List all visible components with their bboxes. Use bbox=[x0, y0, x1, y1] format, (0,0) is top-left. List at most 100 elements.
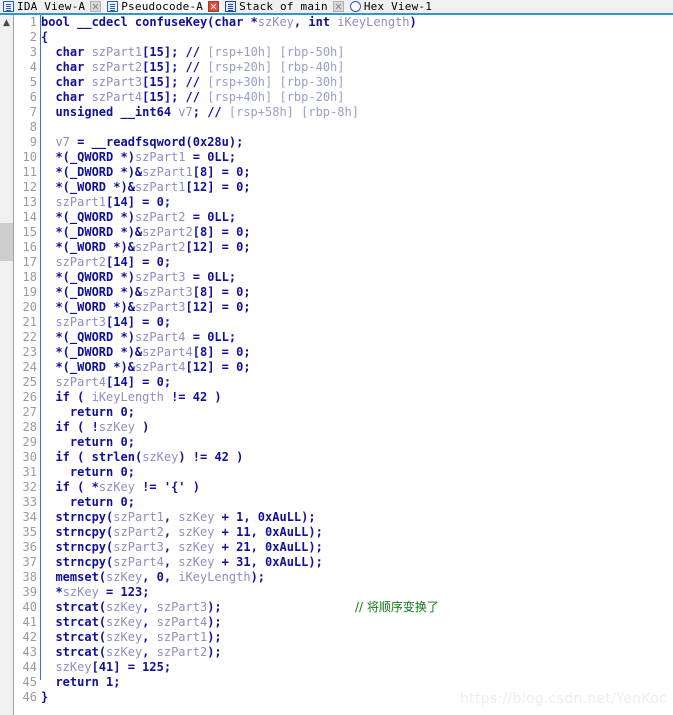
code-line[interactable]: 33 return 0; bbox=[15, 495, 673, 510]
code-line[interactable]: 18 *(_QWORD *)szPart3 = 0LL; bbox=[15, 270, 673, 285]
code-text[interactable]: if ( !szKey ) bbox=[41, 420, 149, 434]
code-text[interactable]: szPart2[14] = 0; bbox=[41, 255, 171, 269]
code-text[interactable]: strncpy(szPart2, szKey + 11, 0xAuLL); bbox=[41, 525, 322, 539]
code-text[interactable]: char szPart4[15]; // [rsp+40h] [rbp-20h] bbox=[41, 90, 344, 104]
tab-close-icon[interactable] bbox=[90, 1, 102, 12]
pseudocode-editor[interactable]: 1 bool __cdecl confuseKey(char *szKey, in… bbox=[15, 15, 673, 715]
code-line[interactable]: 14 *(_QWORD *)szPart2 = 0LL; bbox=[15, 210, 673, 225]
code-text[interactable]: *(_DWORD *)&szPart4[8] = 0; bbox=[41, 345, 250, 359]
code-text[interactable]: if ( iKeyLength != 42 ) bbox=[41, 390, 221, 404]
code-line[interactable]: 30 if ( strlen(szKey) != 42 ) bbox=[15, 450, 673, 465]
code-text[interactable]: return 0; bbox=[41, 435, 135, 449]
code-text[interactable]: return 0; bbox=[41, 465, 135, 479]
code-text[interactable]: if ( strlen(szKey) != 42 ) bbox=[41, 450, 243, 464]
code-line[interactable]: 10 *(_QWORD *)szPart1 = 0LL; bbox=[15, 150, 673, 165]
code-text[interactable]: *(_DWORD *)&szPart1[8] = 0; bbox=[41, 165, 250, 179]
code-line[interactable]: 19 *(_DWORD *)&szPart3[8] = 0; bbox=[15, 285, 673, 300]
code-line[interactable]: 34 strncpy(szPart1, szKey + 1, 0xAuLL); bbox=[15, 510, 673, 525]
code-text[interactable]: char szPart1[15]; // [rsp+10h] [rbp-50h] bbox=[41, 45, 344, 59]
code-text[interactable]: if ( *szKey != '{' ) bbox=[41, 480, 200, 494]
code-line[interactable]: 39 *szKey = 123; bbox=[15, 585, 673, 600]
code-text[interactable]: bool __cdecl confuseKey(char *szKey, int… bbox=[41, 15, 417, 29]
code-line[interactable]: 22 *(_QWORD *)szPart4 = 0LL; bbox=[15, 330, 673, 345]
code-line[interactable]: 31 return 0; bbox=[15, 465, 673, 480]
code-text[interactable]: *(_DWORD *)&szPart2[8] = 0; bbox=[41, 225, 250, 239]
code-text[interactable]: szPart4[14] = 0; bbox=[41, 375, 171, 389]
code-line[interactable]: 23 *(_DWORD *)&szPart4[8] = 0; bbox=[15, 345, 673, 360]
code-text[interactable]: *(_QWORD *)szPart3 = 0LL; bbox=[41, 270, 236, 284]
scroll-up-arrow-icon[interactable]: ▲ bbox=[0, 17, 13, 29]
code-text[interactable]: strncpy(szPart4, szKey + 31, 0xAuLL); bbox=[41, 555, 322, 569]
code-line[interactable]: 27 return 0; bbox=[15, 405, 673, 420]
code-text[interactable]: *(_QWORD *)szPart1 = 0LL; bbox=[41, 150, 236, 164]
code-line[interactable]: 36 strncpy(szPart3, szKey + 21, 0xAuLL); bbox=[15, 540, 673, 555]
code-line[interactable]: 8 bbox=[15, 120, 673, 135]
scrollbar-thumb[interactable] bbox=[0, 223, 13, 261]
code-line[interactable]: 32 if ( *szKey != '{' ) bbox=[15, 480, 673, 495]
code-line[interactable]: 5 char szPart3[15]; // [rsp+30h] [rbp-30… bbox=[15, 75, 673, 90]
code-text[interactable]: { bbox=[41, 30, 48, 44]
code-line[interactable]: 43 strcat(szKey, szPart2); bbox=[15, 645, 673, 660]
code-line[interactable]: 40 strcat(szKey, szPart3); // 将顺序变换了 bbox=[15, 600, 673, 615]
code-text[interactable]: *(_WORD *)&szPart1[12] = 0; bbox=[41, 180, 250, 194]
code-line[interactable]: 9 v7 = __readfsqword(0x28u); bbox=[15, 135, 673, 150]
tab-pseudocode-a[interactable]: Pseudocode-A bbox=[104, 0, 223, 13]
code-text[interactable]: *(_QWORD *)szPart4 = 0LL; bbox=[41, 330, 236, 344]
code-line[interactable]: 17 szPart2[14] = 0; bbox=[15, 255, 673, 270]
code-line[interactable]: 45 return 1; bbox=[15, 675, 673, 690]
code-text[interactable]: *(_WORD *)&szPart3[12] = 0; bbox=[41, 300, 250, 314]
code-text[interactable]: *(_QWORD *)szPart2 = 0LL; bbox=[41, 210, 236, 224]
code-text[interactable]: return 0; bbox=[41, 405, 135, 419]
code-line[interactable]: 42 strcat(szKey, szPart1); bbox=[15, 630, 673, 645]
tab-close-icon[interactable] bbox=[208, 1, 220, 12]
code-text[interactable]: return 1; bbox=[41, 675, 120, 689]
code-line[interactable]: 44 szKey[41] = 125; bbox=[15, 660, 673, 675]
code-line[interactable]: 3 char szPart1[15]; // [rsp+10h] [rbp-50… bbox=[15, 45, 673, 60]
code-line[interactable]: 21 szPart3[14] = 0; bbox=[15, 315, 673, 330]
code-line[interactable]: 4 char szPart2[15]; // [rsp+20h] [rbp-40… bbox=[15, 60, 673, 75]
code-line[interactable]: 11 *(_DWORD *)&szPart1[8] = 0; bbox=[15, 165, 673, 180]
code-text[interactable]: strcat(szKey, szPart4); bbox=[41, 615, 221, 629]
code-text[interactable]: *szKey = 123; bbox=[41, 585, 149, 599]
code-line[interactable]: 20 *(_WORD *)&szPart3[12] = 0; bbox=[15, 300, 673, 315]
code-line[interactable]: 16 *(_WORD *)&szPart2[12] = 0; bbox=[15, 240, 673, 255]
code-line[interactable]: 13 szPart1[14] = 0; bbox=[15, 195, 673, 210]
code-text[interactable]: *(_DWORD *)&szPart3[8] = 0; bbox=[41, 285, 250, 299]
code-text[interactable]: *(_WORD *)&szPart2[12] = 0; bbox=[41, 240, 250, 254]
code-text[interactable]: *(_WORD *)&szPart4[12] = 0; bbox=[41, 360, 250, 374]
code-text[interactable]: memset(szKey, 0, iKeyLength); bbox=[41, 570, 265, 584]
code-line[interactable]: 6 char szPart4[15]; // [rsp+40h] [rbp-20… bbox=[15, 90, 673, 105]
code-line[interactable]: 29 return 0; bbox=[15, 435, 673, 450]
code-text[interactable]: } bbox=[41, 690, 48, 704]
code-line[interactable]: 7 unsigned __int64 v7; // [rsp+58h] [rbp… bbox=[15, 105, 673, 120]
code-text[interactable]: szPart3[14] = 0; bbox=[41, 315, 171, 329]
code-text[interactable]: strcat(szKey, szPart3); bbox=[41, 600, 221, 614]
code-line[interactable]: 26 if ( iKeyLength != 42 ) bbox=[15, 390, 673, 405]
code-text[interactable]: strncpy(szPart3, szKey + 21, 0xAuLL); bbox=[41, 540, 322, 554]
code-text[interactable]: strcat(szKey, szPart2); bbox=[41, 645, 221, 659]
code-text[interactable]: return 0; bbox=[41, 495, 135, 509]
code-line[interactable]: 28 if ( !szKey ) bbox=[15, 420, 673, 435]
code-line[interactable]: 12 *(_WORD *)&szPart1[12] = 0; bbox=[15, 180, 673, 195]
vertical-scrollbar[interactable]: ▲ bbox=[0, 15, 14, 715]
code-line[interactable]: 1 bool __cdecl confuseKey(char *szKey, in… bbox=[15, 15, 673, 30]
code-text[interactable]: char szPart2[15]; // [rsp+20h] [rbp-40h] bbox=[41, 60, 344, 74]
code-line[interactable]: 25 szPart4[14] = 0; bbox=[15, 375, 673, 390]
code-line[interactable]: 41 strcat(szKey, szPart4); bbox=[15, 615, 673, 630]
tab-stack-of-main[interactable]: Stack of main bbox=[222, 0, 347, 13]
code-line[interactable]: 24 *(_WORD *)&szPart4[12] = 0; bbox=[15, 360, 673, 375]
code-text[interactable]: szKey[41] = 125; bbox=[41, 660, 171, 674]
code-text[interactable]: v7 = __readfsqword(0x28u); bbox=[41, 135, 243, 149]
tab-ida-view-a[interactable]: IDA View-A bbox=[0, 0, 104, 13]
code-line[interactable]: 38 memset(szKey, 0, iKeyLength); bbox=[15, 570, 673, 585]
code-line[interactable]: 15 *(_DWORD *)&szPart2[8] = 0; bbox=[15, 225, 673, 240]
code-text[interactable]: szPart1[14] = 0; bbox=[41, 195, 171, 209]
code-line[interactable]: 35 strncpy(szPart2, szKey + 11, 0xAuLL); bbox=[15, 525, 673, 540]
code-text[interactable]: strcat(szKey, szPart1); bbox=[41, 630, 221, 644]
code-line-list[interactable]: 1 bool __cdecl confuseKey(char *szKey, in… bbox=[15, 15, 673, 705]
code-line[interactable]: 2{ bbox=[15, 30, 673, 45]
tab-close-icon[interactable] bbox=[332, 1, 344, 12]
tab-hex-view-1[interactable]: Hex View-1 bbox=[347, 0, 451, 13]
code-line[interactable]: 37 strncpy(szPart4, szKey + 31, 0xAuLL); bbox=[15, 555, 673, 570]
view-tab-bar[interactable]: IDA View-A Pseudocode-A Stack of main Hex V… bbox=[0, 0, 673, 15]
